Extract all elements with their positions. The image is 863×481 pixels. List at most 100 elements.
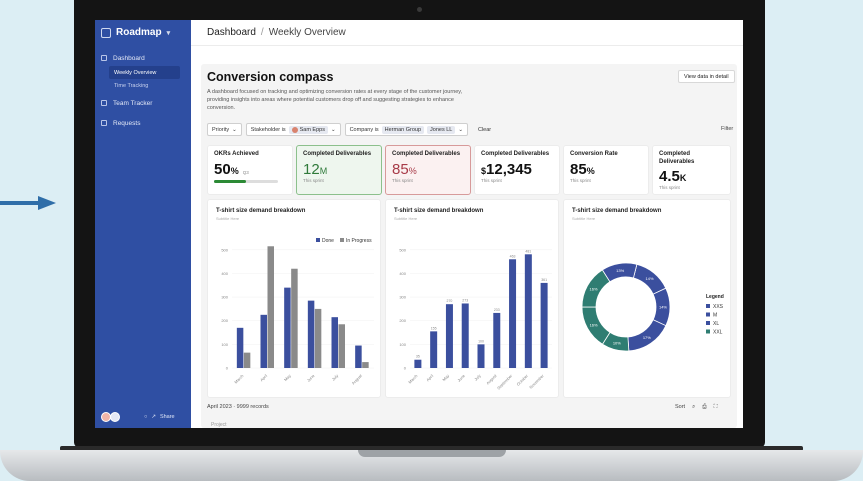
screen: Roadmap ▾ Dashboard Weekly Overview Time…	[95, 20, 743, 428]
kpi-card-deliverables-k[interactable]: Completed Deliverables 4.5K This sprint	[652, 145, 731, 195]
bar	[314, 308, 322, 368]
kpi-label: Conversion Rate	[570, 151, 618, 157]
y-tick-label: 0	[226, 366, 229, 371]
company-label: Company is	[349, 126, 379, 133]
stakeholder-value: Sam Epps	[299, 126, 325, 133]
sidebar-item-time-tracking[interactable]: Time Tracking	[109, 79, 180, 92]
stakeholder-filter[interactable]: Stakeholder is Sam Epps ⌄	[245, 123, 341, 136]
bar	[477, 344, 485, 368]
y-tick-label: 100	[399, 342, 406, 347]
kpi-value-row: 50% Q3	[214, 159, 286, 178]
x-tick-label: March	[233, 373, 244, 384]
legend-swatch	[706, 329, 710, 334]
y-tick-label: 0	[404, 366, 407, 371]
data-label: 481	[525, 249, 531, 253]
kpi-label: Completed Deliverables	[481, 151, 550, 157]
kpi-value: 85%	[392, 160, 417, 178]
sidebar-item-weekly-overview[interactable]: Weekly Overview	[109, 66, 180, 79]
page-description: A dashboard focused on tracking and opti…	[207, 89, 463, 111]
clear-filters-button[interactable]: Clear	[478, 127, 491, 133]
chart-subtitle: Subtitle Here	[216, 216, 240, 221]
print-icon[interactable]: ⎙	[702, 404, 706, 411]
bar	[493, 312, 501, 368]
chart-subtitle: Subtitle Here	[394, 216, 418, 221]
bell-icon[interactable]: ○	[144, 414, 147, 420]
brand-name: Roadmap	[116, 27, 162, 38]
x-tick-label: May	[283, 373, 292, 382]
kpi-card-conversion-rate[interactable]: Conversion Rate 85% This sprint	[563, 145, 649, 195]
company-tag: Herman Group	[381, 125, 425, 134]
data-label: 35	[416, 355, 420, 359]
kpi-card-okrs[interactable]: OKRs Achieved 50% Q3	[207, 145, 293, 195]
sidebar-item-dashboard[interactable]: Dashboard	[95, 50, 191, 66]
kpi-card-deliverables-m[interactable]: Completed Deliverables 12M This sprint	[296, 145, 382, 195]
legend-label: XXL	[713, 330, 723, 336]
kpi-value: 85%	[570, 160, 595, 178]
bar	[461, 303, 469, 368]
x-tick-label: August	[351, 373, 364, 386]
data-label: 100	[478, 339, 484, 343]
breadcrumb-root[interactable]: Dashboard	[207, 27, 256, 38]
dashboard-icon	[101, 55, 107, 61]
sidebar-item-team-tracker[interactable]: Team Tracker	[95, 95, 191, 111]
main-area: Dashboard / Weekly Overview Conversion c…	[191, 20, 743, 428]
legend-label: XXS	[713, 304, 724, 310]
records-month: April 2023	[207, 404, 232, 410]
y-tick-label: 300	[221, 295, 228, 300]
brand[interactable]: Roadmap ▾	[101, 27, 170, 38]
bar	[243, 352, 251, 368]
bar	[430, 331, 438, 368]
slice-label: 10%	[613, 340, 621, 345]
data-label: 233	[494, 308, 500, 312]
legend-label: XL	[713, 321, 719, 327]
bar	[267, 246, 274, 368]
bar-chart: 0 100 200 300 400 500 March April May June July Aug…	[399, 247, 552, 391]
kpi-card-deliverables-usd[interactable]: Completed Deliverables $12,345 This spri…	[474, 145, 560, 195]
dashboard-content: Conversion compass A dashboard focused o…	[201, 64, 737, 428]
expand-icon[interactable]: ⛶	[714, 404, 718, 411]
avatar[interactable]	[110, 412, 120, 422]
filter-bar: Priority ⌄ Stakeholder is Sam Epps ⌄ Com…	[207, 123, 491, 136]
kpi-sub: This sprint	[659, 185, 680, 190]
chart-icon	[101, 100, 107, 106]
bar	[414, 359, 422, 368]
kpi-label: Completed Deliverables	[659, 151, 695, 165]
share-button[interactable]: Share	[160, 414, 175, 420]
legend-label: Done	[322, 238, 334, 244]
breadcrumb-current: Weekly Overview	[268, 27, 346, 38]
kpi-card-deliverables-pct[interactable]: Completed Deliverables 85% This sprint	[385, 145, 471, 195]
share-icon: ↗	[151, 414, 156, 420]
sidebar-item-label: Requests	[113, 119, 141, 127]
chevron-down-icon: ⌄	[232, 126, 237, 133]
chart-title: T-shirt size demand breakdown	[572, 208, 662, 214]
records-count: 9999 records	[236, 404, 269, 410]
chart-panel-donut: 14% 14% 17% 10% 16% 16% 13% Legend XXS M XL XXL T-s…	[563, 199, 731, 398]
sidebar-item-requests[interactable]: Requests	[95, 115, 191, 131]
kpi-sub: This sprint	[303, 177, 324, 183]
kpi-sub: This sprint	[570, 177, 591, 183]
company-filter[interactable]: Company is Herman Group Jones LL ⌄	[344, 123, 468, 136]
kpi-value: 12M	[303, 160, 328, 178]
kpi-label: Completed Deliverables	[392, 151, 461, 157]
filter-button[interactable]: Filter	[721, 126, 733, 132]
y-tick-label: 500	[221, 247, 228, 252]
x-tick-label: July	[473, 373, 482, 382]
bar	[355, 345, 362, 368]
bar	[524, 254, 532, 368]
search-icon[interactable]: ⌕	[692, 404, 695, 411]
priority-filter[interactable]: Priority ⌄	[207, 123, 242, 136]
kpi-value: 50%	[214, 160, 239, 178]
view-detail-button[interactable]: View data in detail	[678, 70, 735, 83]
y-tick-label: 500	[399, 247, 406, 252]
laptop-notch	[358, 450, 506, 457]
y-tick-label: 300	[399, 295, 406, 300]
chart-title: T-shirt size demand breakdown	[216, 208, 306, 214]
x-tick-label: May	[441, 373, 450, 382]
chart-panel-grouped: 0 100 200 300 400 500 March April May June July Aug…	[207, 199, 381, 398]
x-tick-label: November	[528, 373, 545, 390]
legend-label: In Progress	[346, 238, 372, 244]
kpi-label: OKRs Achieved	[214, 151, 259, 157]
sort-button[interactable]: Sort	[675, 404, 685, 411]
chart-subtitle: Subtitle Here	[572, 216, 596, 221]
grouped-bar-chart: 0 100 200 300 400 500 March April May June July Aug…	[221, 238, 374, 386]
